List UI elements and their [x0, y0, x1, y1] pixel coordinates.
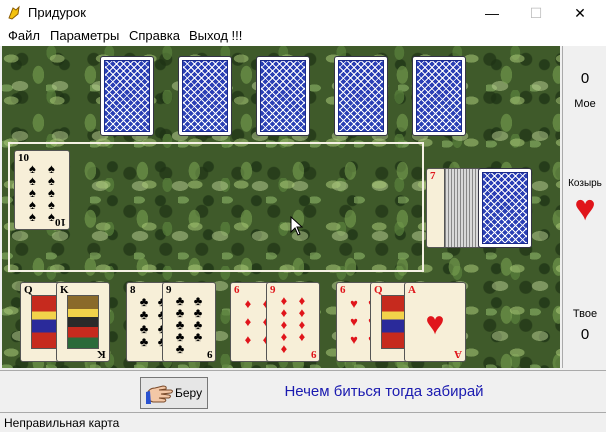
- minimize-button[interactable]: —: [470, 0, 514, 26]
- card-pips: ♣ ♣ ♣ ♣ ♣ ♣ ♣ ♣ ♣: [175, 293, 203, 356]
- my-score-value: 0: [580, 70, 590, 87]
- opponent-card: [100, 56, 154, 136]
- game-window: Придурок — ☐ ✕ Файл Параметры Справка Вы…: [0, 0, 606, 432]
- menu-parameters[interactable]: Параметры: [50, 28, 119, 43]
- card-rank-bottom: 9: [206, 348, 213, 360]
- trump-card-rank: 7: [430, 170, 436, 182]
- action-bar: Беру Нечем биться тогда забирай: [0, 370, 606, 412]
- window-title: Придурок: [28, 5, 86, 20]
- king-picture: [67, 295, 99, 349]
- menu-file[interactable]: Файл: [8, 28, 40, 43]
- table-card[interactable]: 10 ♠ ♠ ♠ ♠ ♠ ♠ ♠ ♠ ♠ ♠ 10: [14, 150, 70, 230]
- play-area[interactable]: 10 ♠ ♠ ♠ ♠ ♠ ♠ ♠ ♠ ♠ ♠ 10: [8, 142, 424, 272]
- card-pips: ♦ ♦ ♦ ♦ ♦ ♦ ♦ ♦ ♦: [280, 293, 306, 356]
- close-button[interactable]: ✕: [558, 0, 602, 26]
- card-rank-bottom: 9: [310, 348, 317, 360]
- take-cards-button[interactable]: Беру: [140, 377, 208, 409]
- hand-icon: [146, 385, 173, 404]
- card-rank: A: [408, 284, 416, 296]
- menu-exit[interactable]: Выход !!!: [189, 28, 242, 43]
- status-bar: Неправильная карта: [0, 412, 606, 432]
- score-panel: 0 Мое Козырь ♥ Твое 0: [562, 46, 606, 368]
- card-rank-bottom: K: [97, 348, 106, 360]
- status-message: Неправильная карта: [4, 416, 120, 430]
- opponent-card: [256, 56, 310, 136]
- your-score-label: Твое: [572, 308, 598, 320]
- menu-help[interactable]: Справка: [129, 28, 180, 43]
- game-table: 10 ♠♠♠♠♠♠♠♠♠♠ 10 7 Q K K 8 ♣♣♣♣♣♣♣♣ 9: [2, 46, 560, 368]
- title-bar: Придурок — ☐ ✕: [0, 0, 606, 26]
- trump-card-edge: 7: [426, 168, 446, 248]
- deck-top-card: [478, 168, 532, 248]
- hand-card[interactable]: K K: [56, 282, 110, 362]
- hand-card[interactable]: 9 ♣ ♣ ♣ ♣ ♣ ♣ ♣ ♣ ♣ 9: [162, 282, 216, 362]
- hand-card[interactable]: A ♥ A: [404, 282, 466, 362]
- mouse-cursor-icon: [290, 216, 304, 236]
- maximize-button[interactable]: ☐: [514, 0, 558, 26]
- card-rank-bottom: A: [454, 348, 462, 360]
- hand-card[interactable]: 9 ♦ ♦ ♦ ♦ ♦ ♦ ♦ ♦ ♦ 9: [266, 282, 320, 362]
- card-pips: ♠ ♠ ♠ ♠ ♠ ♠ ♠ ♠ ♠ ♠: [29, 161, 55, 224]
- your-score-value: 0: [580, 326, 590, 343]
- opponent-card: [334, 56, 388, 136]
- hint-message: Нечем биться тогда забирай: [284, 383, 484, 400]
- trump-heart-icon: ♥: [574, 187, 596, 228]
- app-icon: [8, 5, 20, 20]
- opponent-card: [412, 56, 466, 136]
- opponent-card: [178, 56, 232, 136]
- menu-bar: Файл Параметры Справка Выход !!!: [0, 26, 606, 46]
- my-score-label: Мое: [574, 98, 596, 110]
- take-button-label: Беру: [175, 386, 203, 400]
- card-rank-bottom: 10: [55, 216, 66, 228]
- heart-icon: ♥: [425, 305, 445, 341]
